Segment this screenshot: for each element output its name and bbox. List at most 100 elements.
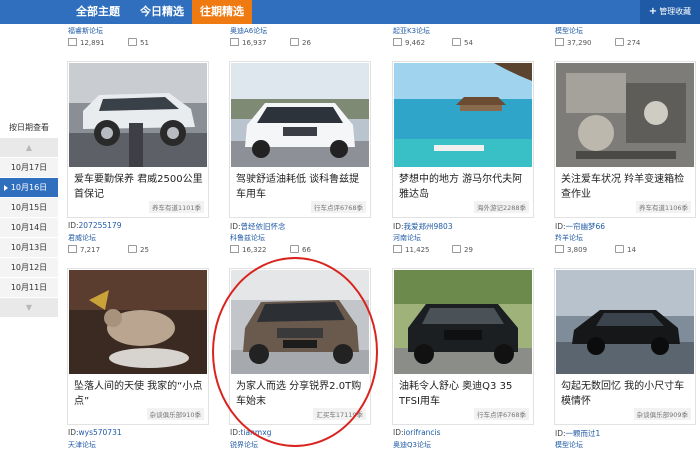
post-source-tag: 养车有道1106季	[635, 201, 691, 213]
post-source-tag: 杂谈俱乐部909季	[633, 408, 691, 420]
comment-icon	[615, 245, 624, 253]
top-views-1: 12,891	[68, 38, 105, 47]
author-id[interactable]: ID:一颗而过1	[555, 428, 600, 439]
manage-favorites-label: 管理收藏	[659, 7, 692, 16]
views-count: 11,425	[393, 245, 430, 254]
forum-link[interactable]: 天津论坛	[68, 440, 96, 450]
comment-icon	[452, 38, 461, 46]
post-thumbnail-model-car[interactable]	[556, 270, 694, 374]
forum-link[interactable]: 羚羊论坛	[555, 233, 583, 243]
date-sidebar: 按日期查看 ▲ 10月17日 10月16日 10月15日 10月14日 10月1…	[0, 118, 58, 318]
tab-all-topics[interactable]: 全部主题	[64, 0, 132, 24]
views-icon	[68, 245, 77, 253]
post-source-tag: 杂谈俱乐部910季	[146, 408, 204, 420]
post-thumbnail-black-audi[interactable]	[394, 270, 532, 374]
top-views-4: 37,290	[555, 38, 592, 47]
post-card[interactable]: 勾起无数回忆 我的小尺寸车模情怀 杂谈俱乐部909季	[554, 268, 696, 425]
comment-icon	[128, 38, 137, 46]
author-id[interactable]: ID:一帘幽梦66	[555, 221, 605, 232]
post-thumbnail-gearbox[interactable]	[556, 63, 694, 167]
author-id[interactable]: ID:曾经依旧怀念	[230, 221, 286, 232]
views-icon	[555, 38, 564, 46]
date-item[interactable]: 10月13日	[0, 238, 58, 258]
post-title[interactable]: 驾驶舒适油耗低 谈科鲁兹提车用车	[236, 172, 366, 202]
author-id[interactable]: ID:207255179	[68, 221, 121, 230]
post-card[interactable]: 油耗令人舒心 奥迪Q3 35 TFSI用车 行车点评6768季	[392, 268, 534, 425]
author-id[interactable]: ID:iorifrancis	[393, 428, 441, 437]
views-icon	[555, 245, 564, 253]
top-forum-1[interactable]: 福睿斯论坛	[68, 26, 103, 36]
top-comments-4: 274	[615, 38, 640, 47]
post-title[interactable]: 勾起无数回忆 我的小尺寸车模情怀	[561, 379, 691, 409]
comments-count: 29	[452, 245, 473, 254]
sidebar-title: 按日期查看	[9, 123, 49, 132]
views-count: 16,322	[230, 245, 267, 254]
scroll-up-arrow-icon[interactable]: ▲	[0, 138, 58, 158]
top-views-3: 9,462	[393, 38, 425, 47]
views-icon	[393, 38, 402, 46]
tab-today-picks[interactable]: 今日精选	[132, 0, 192, 24]
post-thumbnail-white-sedan[interactable]	[231, 63, 369, 167]
views-icon	[230, 245, 239, 253]
views-icon	[68, 38, 77, 46]
post-source-tag: 行车点评6768季	[310, 201, 366, 213]
views-count: 7,217	[68, 245, 100, 254]
forum-link[interactable]: 君威论坛	[68, 233, 96, 243]
post-thumbnail-maldives[interactable]	[394, 63, 532, 167]
date-item[interactable]: 10月17日	[0, 158, 58, 178]
top-nav-bar: 全部主题 今日精选 往期精选 + 管理收藏	[0, 0, 700, 24]
top-forum-2[interactable]: 奥迪A6论坛	[230, 26, 267, 36]
scroll-down-arrow-icon[interactable]: ▼	[0, 298, 58, 318]
post-source-tag: 海外游记2288季	[473, 201, 529, 213]
tab-past-picks[interactable]: 往期精选	[192, 0, 252, 24]
post-thumbnail-brown-suv[interactable]	[231, 270, 369, 374]
comments-count: 25	[128, 245, 149, 254]
comment-icon	[290, 38, 299, 46]
date-item[interactable]: 10月14日	[0, 218, 58, 238]
post-card[interactable]: 梦想中的地方 游马尔代夫阿雅达岛 海外游记2288季	[392, 61, 534, 218]
comment-icon	[128, 245, 137, 253]
author-id[interactable]: ID:wys570731	[68, 428, 122, 437]
views-count: 3,809	[555, 245, 587, 254]
post-card[interactable]: 关注爱车状况 羚羊变速箱检查作业 养车有道1106季	[554, 61, 696, 218]
post-thumbnail-car-on-lift[interactable]	[69, 63, 207, 167]
top-comments-1: 51	[128, 38, 149, 47]
forum-link[interactable]: 奥迪Q3论坛	[393, 440, 431, 450]
top-forum-3[interactable]: 起亚K3论坛	[393, 26, 430, 36]
post-card[interactable]: 坠落人间的天使 我家的“小点点” 杂谈俱乐部910季	[67, 268, 209, 425]
top-forum-4[interactable]: 模型论坛	[555, 26, 583, 36]
post-title[interactable]: 为家人而选 分享锐界2.0T购车始末	[236, 379, 366, 409]
views-icon	[393, 245, 402, 253]
top-views-2: 16,937	[230, 38, 267, 47]
author-id[interactable]: ID:tianmxg	[230, 428, 271, 437]
post-thumbnail-dove[interactable]	[69, 270, 207, 374]
post-source-tag: 汇买车17119季	[313, 408, 366, 420]
date-item[interactable]: 10月11日	[0, 278, 58, 298]
post-card[interactable]: 为家人而选 分享锐界2.0T购车始末 汇买车17119季	[229, 268, 371, 425]
plus-icon: +	[648, 6, 658, 17]
post-source-tag: 行车点评6768季	[473, 408, 529, 420]
post-card[interactable]: 驾驶舒适油耗低 谈科鲁兹提车用车 行车点评6768季	[229, 61, 371, 218]
date-item[interactable]: 10月12日	[0, 258, 58, 278]
top-comments-2: 26	[290, 38, 311, 47]
manage-favorites-button[interactable]: + 管理收藏	[640, 0, 700, 24]
post-title[interactable]: 油耗令人舒心 奥迪Q3 35 TFSI用车	[399, 379, 529, 409]
forum-link[interactable]: 锐界论坛	[230, 440, 258, 450]
comments-count: 66	[290, 245, 311, 254]
comment-icon	[452, 245, 461, 253]
forum-link[interactable]: 河南论坛	[393, 233, 421, 243]
post-source-tag: 养车有道1101季	[148, 201, 204, 213]
post-title[interactable]: 关注爱车状况 羚羊变速箱检查作业	[561, 172, 691, 202]
comment-icon	[290, 245, 299, 253]
author-id[interactable]: ID:我爱郑州9803	[393, 221, 453, 232]
comments-count: 14	[615, 245, 636, 254]
comment-icon	[615, 38, 624, 46]
date-item[interactable]: 10月15日	[0, 198, 58, 218]
date-item-active[interactable]: 10月16日	[0, 178, 58, 198]
post-title[interactable]: 梦想中的地方 游马尔代夫阿雅达岛	[399, 172, 529, 202]
post-title[interactable]: 坠落人间的天使 我家的“小点点”	[74, 379, 204, 409]
post-title[interactable]: 爱车要勤保养 君威2500公里首保记	[74, 172, 204, 202]
post-card[interactable]: 爱车要勤保养 君威2500公里首保记 养车有道1101季	[67, 61, 209, 218]
forum-link[interactable]: 科鲁兹论坛	[230, 233, 265, 243]
forum-link[interactable]: 模型论坛	[555, 440, 583, 450]
